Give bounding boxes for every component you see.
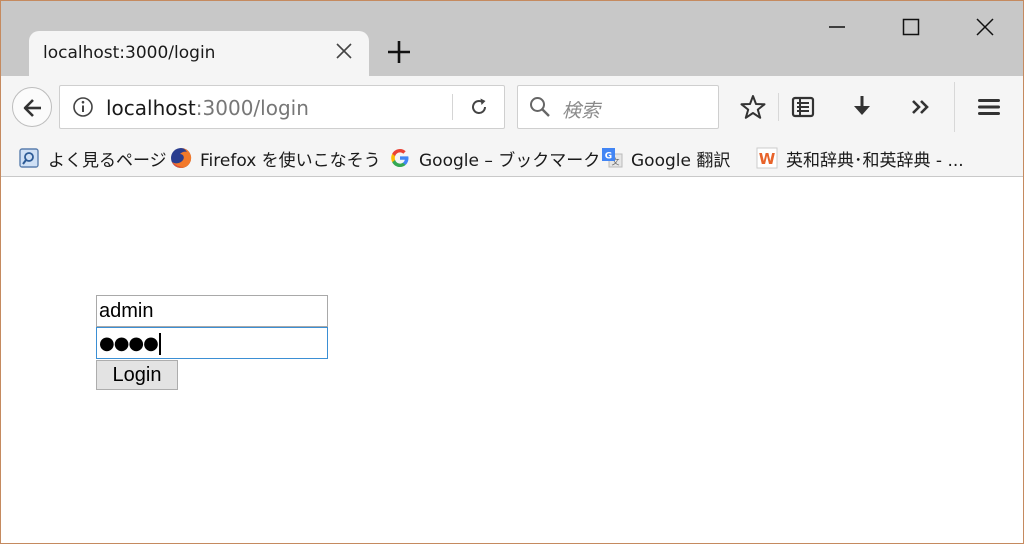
bookmark-google[interactable]: Google – ブックマーク: [389, 146, 601, 171]
close-icon[interactable]: [973, 15, 997, 39]
tab-title: localhost:3000/login: [43, 43, 216, 63]
toolbar-separator: [954, 82, 955, 132]
navigation-toolbar: localhost:3000/login 検索: [1, 76, 1023, 138]
bookmarks-toolbar: よく見るページ Firefox を使いこなそう Google – ブックマーク …: [1, 138, 1023, 177]
page-content: admin ●●●● Login: [1, 177, 1023, 543]
download-icon[interactable]: [848, 93, 876, 121]
search-bar[interactable]: 検索: [517, 85, 719, 129]
overflow-chevron-icon[interactable]: [907, 93, 935, 121]
url-path: :3000/login: [195, 96, 309, 120]
search-icon: [530, 97, 550, 117]
firefox-icon: [171, 147, 192, 168]
svg-text:W: W: [759, 150, 776, 168]
minimize-icon[interactable]: [825, 15, 849, 39]
tab-strip: localhost:3000/login: [1, 1, 1023, 76]
login-button[interactable]: Login: [96, 360, 178, 390]
password-input[interactable]: ●●●●: [96, 327, 328, 359]
url-text[interactable]: localhost:3000/login: [106, 96, 309, 120]
bookmark-label: 英和辞典･和英辞典 - ...: [786, 150, 964, 171]
bookmark-firefox[interactable]: Firefox を使いこなそう: [170, 146, 381, 171]
back-button[interactable]: [12, 87, 52, 127]
most-visited-icon: [19, 148, 39, 168]
maximize-icon[interactable]: [899, 15, 923, 39]
hamburger-menu-icon[interactable]: [975, 93, 1003, 121]
username-input[interactable]: admin: [96, 295, 328, 327]
bookmark-label: よく見るページ: [48, 150, 167, 171]
bookmark-google-translate[interactable]: 文 G Google 翻訳: [601, 146, 731, 171]
url-separator: [452, 94, 453, 120]
reading-list-icon[interactable]: [789, 93, 817, 121]
back-arrow-icon: [23, 99, 41, 117]
close-icon[interactable]: [333, 40, 355, 62]
star-icon[interactable]: [739, 93, 767, 121]
username-value: admin: [99, 300, 154, 322]
bookmark-label: Google 翻訳: [631, 150, 731, 171]
password-value: ●●●●: [99, 333, 159, 354]
toolbar-separator: [778, 93, 779, 121]
bookmark-label: Firefox を使いこなそう: [200, 150, 381, 171]
text-caret: [158, 332, 161, 355]
bookmark-most-visited[interactable]: よく見るページ: [18, 146, 167, 171]
bookmark-weblio[interactable]: W 英和辞典･和英辞典 - ...: [756, 146, 964, 171]
address-bar[interactable]: localhost:3000/login: [59, 85, 505, 129]
svg-text:G: G: [605, 152, 612, 162]
google-icon: [391, 149, 409, 167]
google-translate-icon: 文 G: [602, 148, 623, 168]
tab-active[interactable]: localhost:3000/login: [29, 31, 369, 76]
url-host: localhost: [106, 96, 196, 120]
bookmark-label: Google – ブックマーク: [419, 150, 601, 171]
plus-icon[interactable]: [386, 39, 412, 65]
browser-window: localhost:3000/login localhost:3000/logi…: [0, 0, 1024, 544]
reload-icon[interactable]: [468, 96, 490, 118]
info-icon[interactable]: [72, 96, 94, 118]
search-placeholder: 検索: [562, 100, 601, 122]
weblio-icon: W: [756, 147, 778, 169]
